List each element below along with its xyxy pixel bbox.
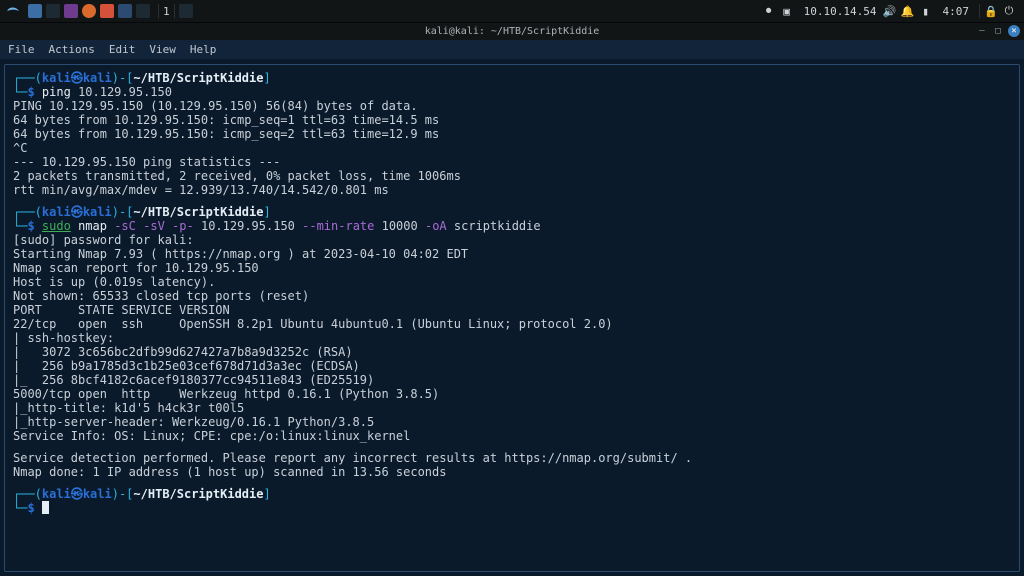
menu-edit[interactable]: Edit <box>109 43 136 56</box>
ping-output: 64 bytes from 10.129.95.150: icmp_seq=1 … <box>13 113 1011 127</box>
menu-file[interactable]: File <box>8 43 35 56</box>
nmap-output: Not shown: 65533 closed tcp ports (reset… <box>13 289 1011 303</box>
cmd-ping-args: 10.129.95.150 <box>78 85 172 99</box>
nmap-output: |_ 256 8bcf4182c6acef9180377cc94511e843 … <box>13 373 1011 387</box>
nmap-flag: -sC <box>114 219 136 233</box>
prompt-host: kali <box>83 71 112 85</box>
prompt-corner2: └─ <box>13 85 27 99</box>
nmap-flag: -oA <box>425 219 447 233</box>
nmap-flag: -p- <box>172 219 194 233</box>
lock-icon[interactable]: 🔒 <box>984 4 998 18</box>
prompt-corner: ┌──( <box>13 205 42 219</box>
nmap-output: |_http-title: k1d'5 h4ck3r t00l5 <box>13 401 1011 415</box>
nmap-output: 5000/tcp open http Werkzeug httpd 0.16.1… <box>13 387 1011 401</box>
prompt-dollar: $ <box>27 219 34 233</box>
nmap-output: Starting Nmap 7.93 ( https://nmap.org ) … <box>13 247 1011 261</box>
close-button[interactable]: ✕ <box>1008 25 1020 37</box>
prompt-close: ] <box>263 205 270 219</box>
menu-help[interactable]: Help <box>190 43 217 56</box>
nmap-flag: --min-rate <box>302 219 374 233</box>
record-icon[interactable]: ⏺ <box>762 4 776 18</box>
prompt-mid: )-[ <box>112 487 134 501</box>
desktop-panel: 1 ⏺ ▣ 10.10.14.54 🔊 🔔 ▮ 4:07 🔒 ⏻ <box>0 0 1024 22</box>
ping-output: rtt min/avg/max/mdev = 12.939/13.740/14.… <box>13 183 1011 197</box>
nmap-output: | 256 b9a1785d3c1b25e03cef678d71d3a3ec (… <box>13 359 1011 373</box>
prompt-dollar: $ <box>27 501 34 515</box>
nmap-output: |_http-server-header: Werkzeug/0.16.1 Py… <box>13 415 1011 429</box>
ping-output: 2 packets transmitted, 2 received, 0% pa… <box>13 169 1011 183</box>
prompt-cwd: ~/HTB/ScriptKiddie <box>133 205 263 219</box>
menubar: File Actions Edit View Help <box>0 40 1024 60</box>
prompt-at: ㉿ <box>71 71 83 85</box>
nmap-output: Service Info: OS: Linux; CPE: cpe:/o:lin… <box>13 429 1011 443</box>
firefox-icon[interactable] <box>82 4 96 18</box>
power-icon[interactable]: ⏻ <box>1002 4 1016 18</box>
nmap-out: scriptkiddie <box>454 219 541 233</box>
prompt-at: ㉿ <box>71 487 83 501</box>
prompt-corner: ┌──( <box>13 487 42 501</box>
prompt-corner2: └─ <box>13 501 27 515</box>
prompt-close: ] <box>263 71 270 85</box>
cmd-nmap: nmap <box>78 219 107 233</box>
prompt-user: kali <box>42 205 71 219</box>
workspace-right-icon[interactable] <box>179 4 193 18</box>
battery-icon[interactable]: ▮ <box>919 4 933 18</box>
kali-menu-icon[interactable] <box>4 4 22 18</box>
nmap-rate: 10000 <box>382 219 418 233</box>
ping-output: ^C <box>13 141 1011 155</box>
terminal-icon[interactable] <box>46 4 60 18</box>
window-titlebar[interactable]: kali@kali: ~/HTB/ScriptKiddie — □ ✕ <box>0 22 1024 40</box>
menu-view[interactable]: View <box>149 43 176 56</box>
nmap-output: 22/tcp open ssh OpenSSH 8.2p1 Ubuntu 4ub… <box>13 317 1011 331</box>
ping-output: --- 10.129.95.150 ping statistics --- <box>13 155 1011 169</box>
editor-icon[interactable] <box>64 4 78 18</box>
nmap-output: Nmap done: 1 IP address (1 host up) scan… <box>13 465 1011 479</box>
workspace-left-icon[interactable] <box>136 4 150 18</box>
network-icon[interactable]: ▣ <box>780 4 794 18</box>
nmap-output: [sudo] password for kali: <box>13 233 1011 247</box>
clock[interactable]: 4:07 <box>943 5 970 18</box>
ping-output: 64 bytes from 10.129.95.150: icmp_seq=2 … <box>13 127 1011 141</box>
wireshark-icon[interactable] <box>118 4 132 18</box>
window-title: kali@kali: ~/HTB/ScriptKiddie <box>425 26 600 37</box>
terminal-cursor <box>42 501 49 514</box>
nmap-output: | 3072 3c656bc2dfb99d627427a7b8a9d3252c … <box>13 345 1011 359</box>
menu-actions[interactable]: Actions <box>49 43 95 56</box>
prompt-host: kali <box>83 205 112 219</box>
nmap-output: Host is up (0.019s latency). <box>13 275 1011 289</box>
workspace-number[interactable]: 1 <box>163 5 170 18</box>
sound-icon[interactable]: 🔊 <box>883 4 897 18</box>
ping-output: PING 10.129.95.150 (10.129.95.150) 56(84… <box>13 99 1011 113</box>
prompt-close: ] <box>263 487 270 501</box>
panel-separator <box>158 4 159 18</box>
panel-separator <box>979 4 980 18</box>
minimize-button[interactable]: — <box>976 25 988 37</box>
prompt-at: ㉿ <box>71 205 83 219</box>
prompt-mid: )-[ <box>112 205 134 219</box>
nmap-output: Nmap scan report for 10.129.95.150 <box>13 261 1011 275</box>
prompt-corner2: └─ <box>13 219 27 233</box>
nmap-output: PORT STATE SERVICE VERSION <box>13 303 1011 317</box>
terminal[interactable]: ┌──(kali㉿kali)-[~/HTB/ScriptKiddie] └─$ … <box>4 64 1020 572</box>
prompt-user: kali <box>42 487 71 501</box>
prompt-cwd: ~/HTB/ScriptKiddie <box>133 71 263 85</box>
burp-icon[interactable] <box>100 4 114 18</box>
cmd-ping: ping <box>42 85 71 99</box>
file-manager-icon[interactable] <box>28 4 42 18</box>
panel-separator <box>174 4 175 18</box>
cmd-sudo: sudo <box>42 219 71 233</box>
nmap-host: 10.129.95.150 <box>201 219 295 233</box>
maximize-button[interactable]: □ <box>992 25 1004 37</box>
nmap-output: | ssh-hostkey: <box>13 331 1011 345</box>
prompt-user: kali <box>42 71 71 85</box>
prompt-host: kali <box>83 487 112 501</box>
nmap-flag: -sV <box>143 219 165 233</box>
prompt-corner: ┌──( <box>13 71 42 85</box>
nmap-output: Service detection performed. Please repo… <box>13 451 1011 465</box>
prompt-cwd: ~/HTB/ScriptKiddie <box>133 487 263 501</box>
prompt-mid: )-[ <box>112 71 134 85</box>
notification-icon[interactable]: 🔔 <box>901 4 915 18</box>
vpn-ip: 10.10.14.54 <box>804 5 877 18</box>
prompt-dollar: $ <box>27 85 34 99</box>
